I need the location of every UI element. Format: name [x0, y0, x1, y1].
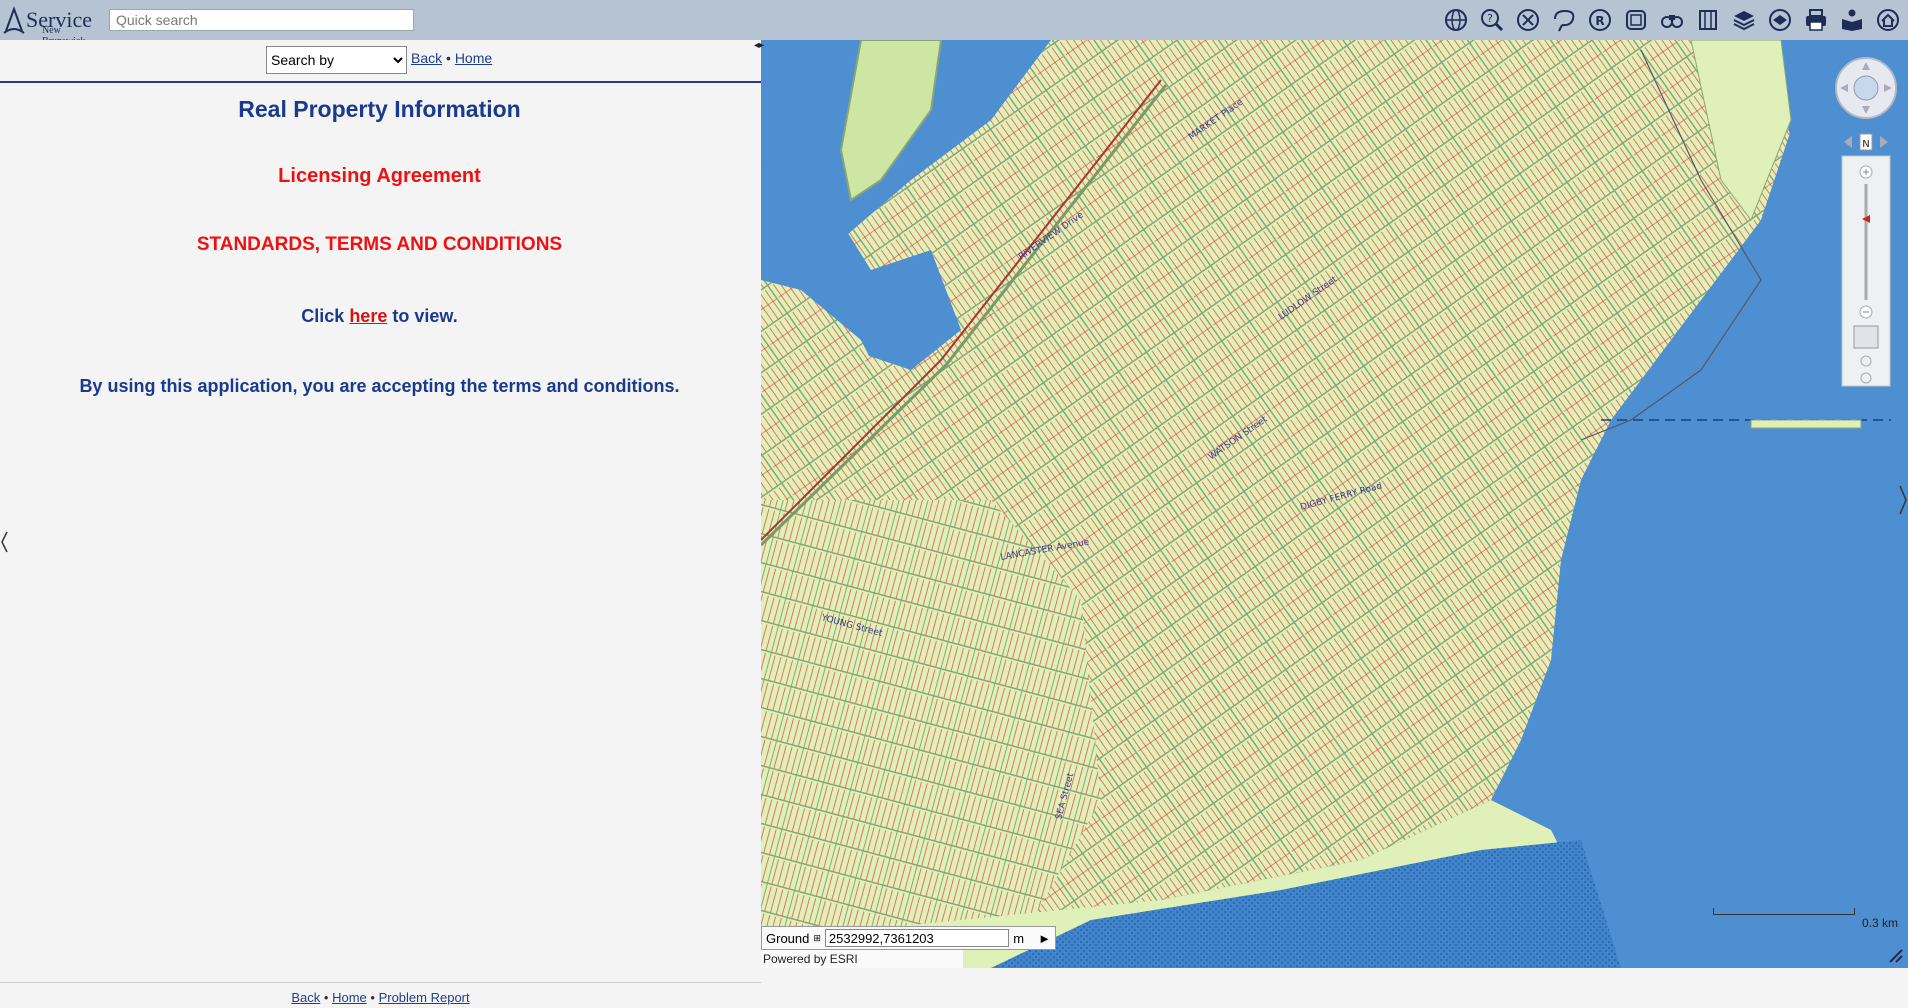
svg-text:R: R [1595, 14, 1604, 28]
layers-icon[interactable] [1728, 4, 1760, 36]
collapse-left-icon[interactable] [0, 530, 8, 554]
licensing-heading: Licensing Agreement [278, 165, 481, 187]
coordinate-unit: m [1013, 930, 1025, 946]
map-view[interactable]: MARKET Place RIVERVIEW Drive LUDLOW Stre… [761, 40, 1908, 968]
identify-icon[interactable]: R [1584, 4, 1616, 36]
scale-bar-line [1713, 908, 1855, 915]
coordinate-dropdown-icon[interactable]: ⊞ [813, 933, 821, 944]
collapse-right-icon[interactable] [1898, 480, 1908, 520]
footer-home-link[interactable]: Home [332, 990, 367, 1005]
service-nb-logo[interactable]: Service New Brunswick [2, 3, 92, 47]
binoculars-icon[interactable] [1656, 4, 1688, 36]
home-link[interactable]: Home [455, 50, 492, 66]
pan-hand-icon[interactable] [1853, 325, 1879, 349]
top-nav-links: Back • Home [411, 50, 492, 66]
map-canvas[interactable]: MARKET Place RIVERVIEW Drive LUDLOW Stre… [761, 40, 1908, 968]
footer-separator: • [323, 990, 329, 1005]
globe-icon[interactable] [1440, 4, 1472, 36]
panel-splitter-icon[interactable]: ◂▸ [754, 40, 772, 51]
problem-report-link[interactable]: Problem Report [379, 990, 470, 1005]
click-suffix: to view. [387, 306, 458, 326]
home-icon[interactable] [1872, 4, 1904, 36]
page-title: Real Property Information [238, 96, 521, 122]
footer-links: Back • Home • Problem Report [0, 982, 761, 1008]
north-label: N [1862, 139, 1869, 150]
search-by-select[interactable]: Search by [266, 46, 407, 74]
select-area-icon[interactable] [1620, 4, 1652, 36]
basemap-icon[interactable] [1764, 4, 1796, 36]
resize-corner-icon[interactable] [1886, 946, 1906, 966]
search-nav-row: Search by Back • Home [0, 40, 761, 83]
go-to-coordinate-icon[interactable]: ► [1038, 931, 1051, 946]
footer-separator: • [370, 990, 375, 1005]
top-bar: Service New Brunswick ? R [0, 0, 1908, 47]
scale-bar: 0.3 km [1713, 908, 1898, 930]
clear-icon[interactable] [1512, 4, 1544, 36]
logo-mark-icon [3, 6, 25, 34]
map-toolbar: ? R [1440, 4, 1908, 36]
ferry-terminal [1750, 419, 1862, 429]
back-link[interactable]: Back [411, 50, 442, 66]
footer-back-link[interactable]: Back [291, 990, 320, 1005]
standards-heading: STANDARDS, TERMS AND CONDITIONS [196, 234, 563, 255]
map-navigation-control: N [1834, 56, 1898, 406]
scale-label: 0.3 km [1861, 916, 1898, 930]
svg-text:?: ? [1487, 12, 1493, 25]
help-icon[interactable]: ? [1476, 4, 1508, 36]
quick-search-input[interactable] [109, 9, 414, 31]
compass-center-icon[interactable] [1853, 75, 1879, 101]
click-to-view-text: Click here to view. [0, 306, 759, 327]
coordinate-bar: Ground ⊞ m ► [761, 926, 1056, 950]
reader-icon[interactable] [1836, 4, 1868, 36]
coordinate-system-label: Ground [766, 930, 810, 946]
lasso-icon[interactable] [1548, 4, 1580, 36]
print-icon[interactable] [1800, 4, 1832, 36]
terms-here-link[interactable]: here [349, 306, 387, 326]
measure-icon[interactable] [1692, 4, 1724, 36]
coordinate-input[interactable] [824, 929, 1010, 947]
acceptance-notice: By using this application, you are accep… [79, 376, 680, 396]
click-prefix: Click [301, 306, 350, 326]
powered-by-esri: Powered by ESRI [761, 950, 963, 968]
left-panel: Search by Back • Home Real Property Info… [0, 40, 761, 1005]
nav-separator: • [446, 50, 451, 66]
